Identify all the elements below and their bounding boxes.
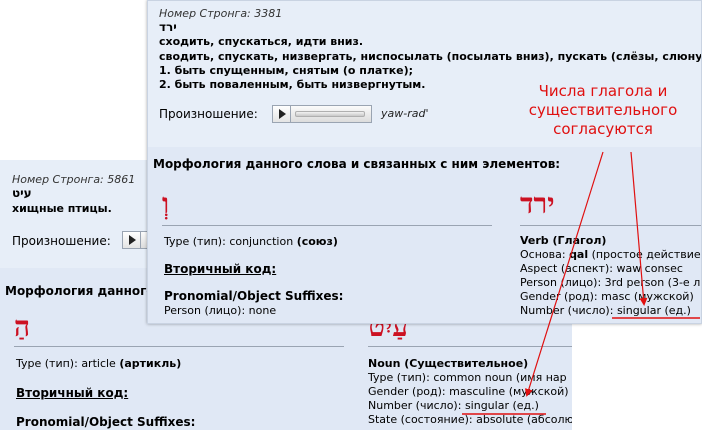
morph-row-state: State (состояние): absolute (абсолю	[368, 413, 572, 426]
divider	[14, 346, 344, 347]
annotation-note: Числа глагола и существительного согласу…	[528, 82, 678, 139]
morph-row-gender: Gender (род): masc (мужской)	[520, 290, 694, 303]
pronunciation-label: Произношение:	[12, 234, 111, 248]
hebrew-word-large: ירד	[520, 187, 555, 220]
morph-row-type: Type (тип): common noun (имя нар	[368, 371, 567, 384]
hebrew-prefix: הַ	[14, 310, 31, 343]
definition-4: 2. быть поваленным, быть низвергнутым.	[159, 78, 426, 91]
suffixes-heading: Pronomial/Object Suffixes:	[164, 289, 344, 303]
annotation-line: согласуются	[553, 120, 653, 138]
morph-row-number: Number (число): singular (ед.)	[520, 304, 691, 317]
part-of-speech: Noun (Существительное)	[368, 357, 529, 370]
annotation-line: Числа глагола и	[538, 82, 668, 100]
hebrew-prefix: וְ	[162, 187, 170, 220]
type-row: Type (тип): conjunction (союз)	[164, 235, 338, 248]
morphology-title: Морфология данного слова и связанных с н…	[153, 157, 561, 171]
divider	[162, 225, 492, 226]
audio-progress-track[interactable]	[295, 111, 365, 117]
secondary-code-heading: Вторичный код:	[16, 386, 129, 400]
play-icon[interactable]	[273, 106, 291, 122]
strongs-number: Номер Стронга: 3381	[159, 7, 283, 20]
secondary-code-heading: Вторичный код:	[164, 262, 277, 276]
hebrew-word: עיט	[12, 186, 32, 200]
morphology-title: Морфология данного	[5, 284, 155, 298]
definition: хищные птицы.	[12, 202, 112, 215]
definition-2: сводить, спускать, низвергать, ниспосыла…	[159, 50, 702, 63]
definition-1: сходить, спускаться, идти вниз.	[159, 35, 364, 48]
part-of-speech: Verb (Глагол)	[520, 234, 607, 247]
transliteration: yaw-rad'	[381, 107, 429, 120]
audio-player[interactable]	[272, 105, 372, 123]
definition-3: 1. быть спущенным, снятым (о платке);	[159, 64, 414, 77]
pronunciation-label: Произношение:	[159, 107, 258, 121]
divider	[368, 346, 572, 347]
morph-row-person: Person (лицо): 3rd person (3-е л	[520, 276, 701, 289]
front-word-panel: Номер Стронга: 3381 ירד сходить, спускат…	[147, 0, 702, 324]
morph-row-stem: Основа: qal (простое действие	[520, 248, 701, 261]
divider	[520, 225, 701, 226]
person-row: Person (лицо): none	[164, 304, 277, 317]
morph-row-number: Number (число): singular (ед.)	[368, 399, 539, 412]
type-row: Type (тип): article (артикль)	[16, 357, 182, 370]
play-icon[interactable]	[123, 232, 141, 248]
morph-row-aspect: Aspect (аспект): waw consec	[520, 262, 683, 275]
morph-row-gender: Gender (род): masculine (мужской)	[368, 385, 569, 398]
strongs-number: Номер Стронга: 5861	[12, 173, 136, 186]
hebrew-word: ירד	[159, 20, 177, 34]
annotation-line: существительного	[528, 101, 678, 119]
suffixes-heading: Pronomial/Object Suffixes:	[16, 415, 196, 429]
